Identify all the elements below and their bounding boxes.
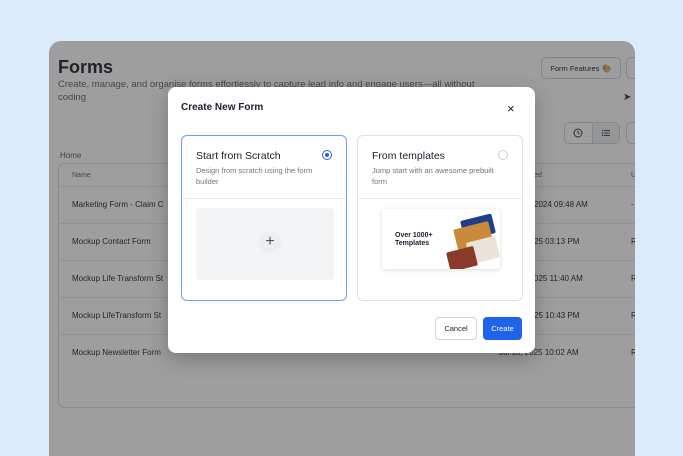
close-icon[interactable]: ×	[507, 102, 515, 115]
templates-preview-text: Over 1000+ Templates	[395, 232, 433, 247]
create-form-modal: Create New Form × Start from Scratch Des…	[168, 87, 535, 353]
option-description: Jump start with an awesome prebuilt form	[372, 166, 494, 186]
blank-form-preview: +	[196, 208, 334, 280]
modal-title: Create New Form	[181, 102, 264, 113]
option-description: Design from scratch using the form build…	[196, 166, 313, 186]
template-thumbnail	[445, 245, 479, 269]
option-title: From templates	[372, 150, 445, 162]
option-from-templates[interactable]: From templates Jump start with an awesom…	[357, 135, 523, 301]
option-divider	[358, 198, 522, 199]
templates-preview-image: Over 1000+ Templates	[382, 209, 500, 269]
option-divider	[182, 198, 346, 199]
scratch-radio[interactable]	[322, 150, 332, 160]
templates-radio[interactable]	[498, 150, 508, 160]
create-button[interactable]: Create	[483, 317, 522, 340]
plus-icon: +	[259, 231, 281, 253]
option-start-from-scratch[interactable]: Start from Scratch Design from scratch u…	[181, 135, 347, 301]
option-title: Start from Scratch	[196, 150, 281, 162]
cancel-button[interactable]: Cancel	[435, 317, 477, 340]
